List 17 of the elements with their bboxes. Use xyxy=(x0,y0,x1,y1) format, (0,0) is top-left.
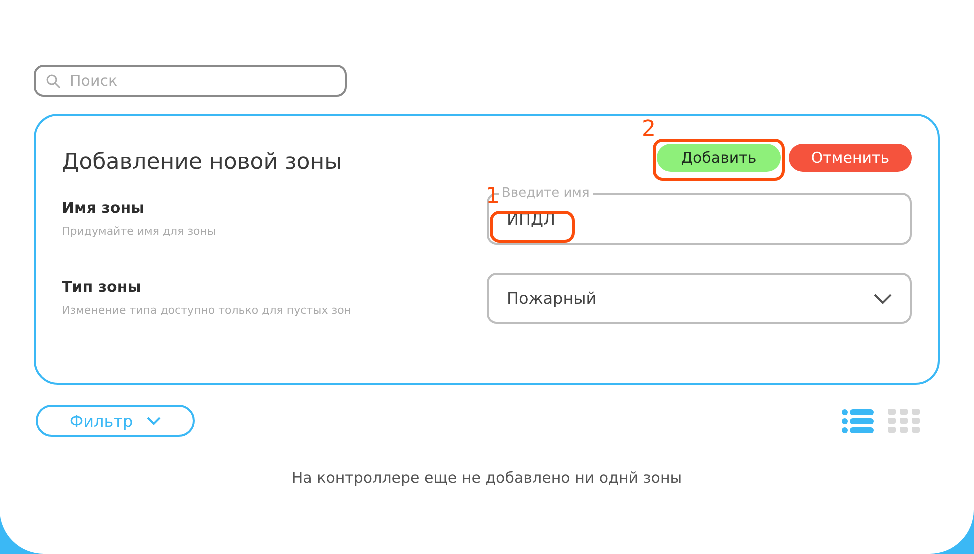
grid-view-icon[interactable] xyxy=(888,409,920,433)
field-label: Тип зоны xyxy=(62,278,142,296)
form-title: Добавление новой зоны xyxy=(62,150,342,174)
search-field[interactable]: Поиск xyxy=(34,65,347,97)
empty-message: На контроллере еще не добавлено ни однй зоны xyxy=(290,469,684,487)
chevron-down-icon xyxy=(147,417,162,425)
zone-type-select[interactable]: Пожарный xyxy=(487,273,912,324)
field-hint: Изменение типа доступно только для пустых зон xyxy=(62,304,352,317)
chevron-down-icon xyxy=(874,294,892,304)
add-button[interactable]: Добавить xyxy=(657,144,781,172)
search-icon xyxy=(46,74,61,89)
field-hint: Придумайте имя для зоны xyxy=(62,225,216,238)
annotation-number: 2 xyxy=(642,119,656,141)
annotation-number: 1 xyxy=(486,186,500,208)
floating-label: Введите имя xyxy=(501,186,591,201)
field-label: Имя зоны xyxy=(62,199,146,217)
list-view-icon[interactable] xyxy=(842,409,874,433)
